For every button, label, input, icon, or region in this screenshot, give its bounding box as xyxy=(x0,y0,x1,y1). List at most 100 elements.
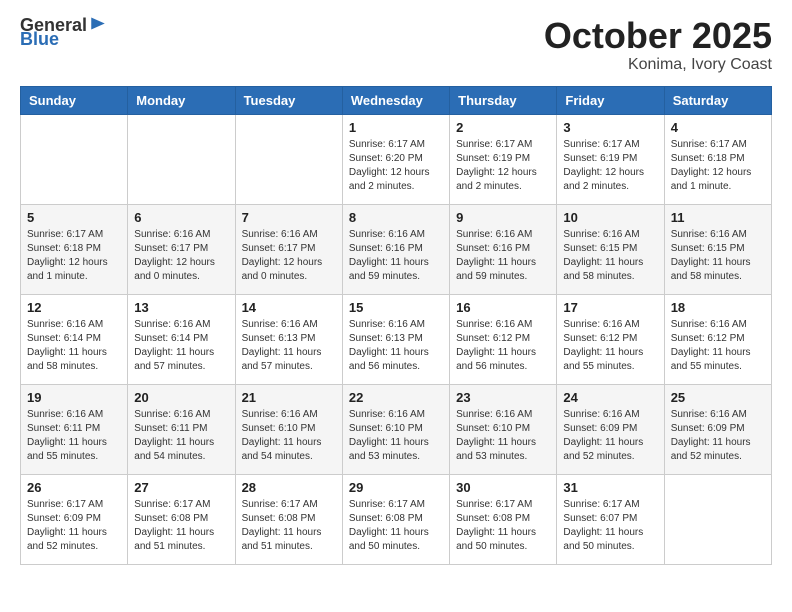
daylight-text: Daylight: 12 hours and 1 minute. xyxy=(27,256,121,284)
sunset-text: Sunset: 6:09 PM xyxy=(27,512,121,526)
calendar-cell: 13Sunrise: 6:16 AMSunset: 6:14 PMDayligh… xyxy=(128,294,235,384)
day-number: 26 xyxy=(27,480,121,495)
sunrise-text: Sunrise: 6:16 AM xyxy=(349,228,443,242)
day-number: 11 xyxy=(671,210,765,225)
sunset-text: Sunset: 6:20 PM xyxy=(349,152,443,166)
sunset-text: Sunset: 6:18 PM xyxy=(27,242,121,256)
sunrise-text: Sunrise: 6:17 AM xyxy=(27,228,121,242)
calendar-cell: 8Sunrise: 6:16 AMSunset: 6:16 PMDaylight… xyxy=(342,204,449,294)
sunrise-text: Sunrise: 6:16 AM xyxy=(134,228,228,242)
day-info: Sunrise: 6:16 AMSunset: 6:17 PMDaylight:… xyxy=(242,228,336,284)
calendar-cell: 12Sunrise: 6:16 AMSunset: 6:14 PMDayligh… xyxy=(21,294,128,384)
sunset-text: Sunset: 6:15 PM xyxy=(563,242,657,256)
day-number: 19 xyxy=(27,390,121,405)
day-info: Sunrise: 6:16 AMSunset: 6:10 PMDaylight:… xyxy=(349,408,443,464)
calendar-cell xyxy=(128,114,235,204)
day-info: Sunrise: 6:17 AMSunset: 6:20 PMDaylight:… xyxy=(349,138,443,194)
daylight-text: Daylight: 11 hours and 56 minutes. xyxy=(456,346,550,374)
week-row-5: 26 Sunrise: 6:17 AM Sunset: 6:09 PM Dayligh… xyxy=(21,474,772,564)
daylight-text: Daylight: 11 hours and 50 minutes. xyxy=(563,526,657,554)
day-info: Sunrise: 6:17 AMSunset: 6:18 PMDaylight:… xyxy=(671,138,765,194)
header-sunday: Sunday xyxy=(21,86,128,114)
sunrise-text: Sunrise: 6:16 AM xyxy=(242,408,336,422)
day-number: 25 xyxy=(671,390,765,405)
header-monday: Monday xyxy=(128,86,235,114)
day-number: 17 xyxy=(563,300,657,315)
calendar-cell: 28 Sunrise: 6:17 AMSunset: 6:08 PMDayligh… xyxy=(235,474,342,564)
sunrise-text: Sunrise: 6:16 AM xyxy=(563,228,657,242)
weekday-header-row: Sunday Monday Tuesday Wednesday Thursday… xyxy=(21,86,772,114)
sunrise-text: Sunrise: 6:16 AM xyxy=(563,408,657,422)
sunset-text: Sunset: 6:12 PM xyxy=(563,332,657,346)
day-number: 21 xyxy=(242,390,336,405)
day-number: 24 xyxy=(563,390,657,405)
day-number: 28 xyxy=(242,480,336,495)
sunrise-text: Sunrise: 6:17 AM xyxy=(349,498,443,512)
calendar-cell: 29Sunrise: 6:17 AMSunset: 6:08 PMDayligh… xyxy=(342,474,449,564)
calendar-cell: 15Sunrise: 6:16 AMSunset: 6:13 PMDayligh… xyxy=(342,294,449,384)
sunset-text: Sunset: 6:17 PM xyxy=(242,242,336,256)
daylight-text: Daylight: 11 hours and 57 minutes. xyxy=(134,346,228,374)
day-info: Sunrise: 6:16 AMSunset: 6:13 PMDaylight:… xyxy=(349,318,443,374)
sunset-text: Sunset: 6:11 PM xyxy=(27,422,121,436)
calendar-cell: 6Sunrise: 6:16 AMSunset: 6:17 PMDaylight… xyxy=(128,204,235,294)
month-title: October 2025 xyxy=(544,16,772,56)
sunrise-text: Sunrise: 6:17 AM xyxy=(134,498,228,512)
calendar-cell: 26Sunrise: 6:17 AMSunset: 6:09 PMDayligh… xyxy=(21,474,128,564)
daylight-text: Daylight: 11 hours and 54 minutes. xyxy=(134,436,228,464)
day-number: 12 xyxy=(27,300,121,315)
calendar-cell: 2Sunrise: 6:17 AMSunset: 6:19 PMDaylight… xyxy=(450,114,557,204)
day-number: 8 xyxy=(349,210,443,225)
sunset-text: Sunset: 6:11 PM xyxy=(134,422,228,436)
day-info: Sunrise: 6:16 AMSunset: 6:11 PMDaylight:… xyxy=(27,408,121,464)
calendar-cell: 1Sunrise: 6:17 AMSunset: 6:20 PMDaylight… xyxy=(342,114,449,204)
sunset-text: Sunset: 6:07 PM xyxy=(563,512,657,526)
calendar-cell: 4Sunrise: 6:17 AMSunset: 6:18 PMDaylight… xyxy=(664,114,771,204)
day-info: Sunrise: 6:16 AMSunset: 6:11 PMDaylight:… xyxy=(134,408,228,464)
header-wednesday: Wednesday xyxy=(342,86,449,114)
day-info: Sunrise: 6:17 AMSunset: 6:19 PMDaylight:… xyxy=(563,138,657,194)
calendar-cell: 24 Sunrise: 6:16 AMSunset: 6:09 PMDayligh… xyxy=(557,384,664,474)
day-info: Sunrise: 6:16 AMSunset: 6:12 PMDaylight:… xyxy=(671,318,765,374)
logo-blue: Blue xyxy=(20,30,59,48)
week-row-3: 12Sunrise: 6:16 AMSunset: 6:14 PMDayligh… xyxy=(21,294,772,384)
sunrise-text: Sunrise: 6:16 AM xyxy=(134,318,228,332)
day-info: Sunrise: 6:16 AMSunset: 6:10 PMDaylight:… xyxy=(456,408,550,464)
logo-flag-icon xyxy=(89,16,107,34)
sunrise-text: Sunrise: 6:17 AM xyxy=(456,498,550,512)
day-info: Sunrise: 6:16 AMSunset: 6:09 PMDaylight:… xyxy=(563,408,657,464)
daylight-text: Daylight: 11 hours and 51 minutes. xyxy=(134,526,228,554)
calendar-cell: 11 Sunrise: 6:16 AMSunset: 6:15 PMDayligh… xyxy=(664,204,771,294)
day-number: 23 xyxy=(456,390,550,405)
day-number: 2 xyxy=(456,120,550,135)
sunrise-text: Sunrise: 6:16 AM xyxy=(456,408,550,422)
calendar-cell: 23 Sunrise: 6:16 AMSunset: 6:10 PMDayligh… xyxy=(450,384,557,474)
sunset-text: Sunset: 6:10 PM xyxy=(456,422,550,436)
day-info: Sunrise: 6:16 AMSunset: 6:15 PMDaylight:… xyxy=(671,228,765,284)
day-info: Sunrise: 6:16 AMSunset: 6:10 PMDaylight:… xyxy=(242,408,336,464)
calendar-cell xyxy=(235,114,342,204)
calendar-cell: 5Sunrise: 6:17 AMSunset: 6:18 PMDaylight… xyxy=(21,204,128,294)
sunrise-text: Sunrise: 6:16 AM xyxy=(456,318,550,332)
daylight-text: Daylight: 12 hours and 0 minutes. xyxy=(242,256,336,284)
header-tuesday: Tuesday xyxy=(235,86,342,114)
page: General Blue October 2025 Konima, Ivory … xyxy=(0,0,792,581)
day-info: Sunrise: 6:16 AMSunset: 6:12 PMDaylight:… xyxy=(563,318,657,374)
sunrise-text: Sunrise: 6:16 AM xyxy=(563,318,657,332)
calendar-cell: 25Sunrise: 6:16 AMSunset: 6:09 PMDayligh… xyxy=(664,384,771,474)
sunrise-text: Sunrise: 6:16 AM xyxy=(134,408,228,422)
daylight-text: Daylight: 11 hours and 58 minutes. xyxy=(27,346,121,374)
daylight-text: Daylight: 11 hours and 51 minutes. xyxy=(242,526,336,554)
day-number: 20 xyxy=(134,390,228,405)
sunset-text: Sunset: 6:14 PM xyxy=(134,332,228,346)
sunset-text: Sunset: 6:10 PM xyxy=(349,422,443,436)
daylight-text: Daylight: 12 hours and 2 minutes. xyxy=(456,166,550,194)
calendar-cell: 10Sunrise: 6:16 AMSunset: 6:15 PMDayligh… xyxy=(557,204,664,294)
sunrise-text: Sunrise: 6:17 AM xyxy=(671,138,765,152)
day-info: Sunrise: 6:17 AMSunset: 6:08 PMDaylight:… xyxy=(242,498,336,554)
calendar-cell: 17 Sunrise: 6:16 AMSunset: 6:12 PMDayligh… xyxy=(557,294,664,384)
title-block: October 2025 Konima, Ivory Coast xyxy=(544,16,772,74)
daylight-text: Daylight: 11 hours and 50 minutes. xyxy=(456,526,550,554)
daylight-text: Daylight: 11 hours and 54 minutes. xyxy=(242,436,336,464)
calendar-cell: 14Sunrise: 6:16 AMSunset: 6:13 PMDayligh… xyxy=(235,294,342,384)
